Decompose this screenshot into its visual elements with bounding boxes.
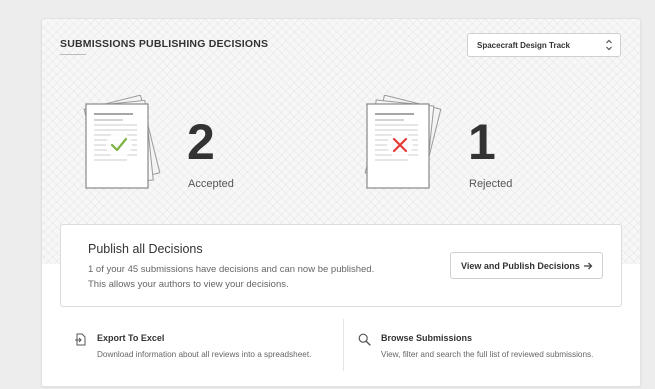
publish-description: 1 of your 45 submissions have decisions … [88, 264, 375, 290]
accepted-label: Accepted [188, 178, 234, 190]
export-description: Download information about all reviews i… [97, 350, 312, 359]
view-and-publish-label: View and Publish Decisions [461, 260, 580, 271]
browse-submissions-link[interactable]: Browse Submissions View, filter and sear… [343, 319, 634, 371]
browse-title: Browse Submissions [381, 333, 473, 343]
publishing-decisions-panel: SUBMISSIONS PUBLISHING DECISIONS Spacecr… [41, 18, 641, 387]
export-to-excel-link[interactable]: Export To Excel Download information abo… [60, 319, 340, 371]
arrow-right-icon [584, 262, 593, 270]
panel-title: SUBMISSIONS PUBLISHING DECISIONS [60, 38, 269, 50]
rejected-count: 1 [468, 114, 496, 170]
select-chevron-icon [606, 39, 612, 51]
view-and-publish-button[interactable]: View and Publish Decisions [450, 252, 603, 279]
search-icon [358, 333, 371, 346]
rejected-label: Rejected [469, 178, 513, 190]
browse-description: View, filter and search the full list of… [381, 350, 594, 359]
track-select-value: Spacecraft Design Track [477, 40, 570, 50]
title-underline [60, 54, 86, 55]
export-title: Export To Excel [97, 333, 165, 343]
track-select[interactable]: Spacecraft Design Track [467, 33, 621, 57]
accepted-stat: 2 Accepted [77, 95, 337, 195]
rejected-stat: 1 Rejected [358, 95, 618, 195]
publish-title: Publish all Decisions [88, 242, 203, 256]
accepted-count: 2 [187, 114, 215, 170]
document-check-icon [83, 95, 161, 189]
export-file-icon [75, 333, 86, 346]
document-x-icon [364, 95, 442, 189]
publish-decisions-box: Publish all Decisions 1 of your 45 submi… [60, 224, 622, 307]
